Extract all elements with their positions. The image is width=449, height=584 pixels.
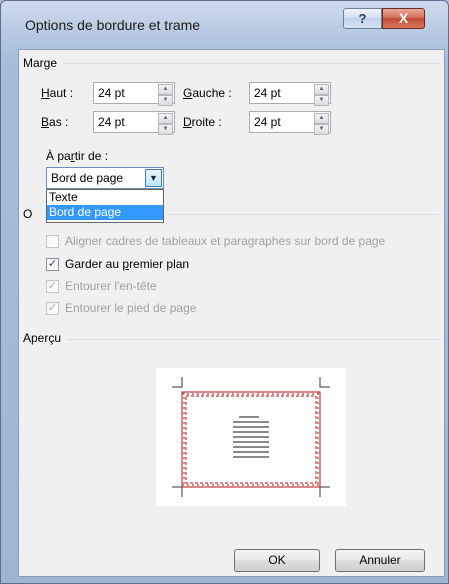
cancel-button[interactable]: Annuler (335, 549, 425, 572)
dropdown-option-bord-de-page[interactable]: Bord de page (47, 205, 163, 220)
left-margin-value: 24 pt (254, 86, 281, 100)
left-margin-arrows[interactable]: ▲ ▼ (314, 84, 329, 106)
spin-down-icon[interactable]: ▼ (158, 95, 173, 106)
align-tables-checkbox[interactable]: Aligner cadres de tableaux et paragraphe… (46, 234, 385, 248)
options-group-divider (166, 214, 439, 215)
left-margin-spinner[interactable]: 24 pt ▲ ▼ (249, 82, 331, 106)
right-margin-arrows[interactable]: ▲ ▼ (314, 113, 329, 135)
bottom-margin-label: Bas : (41, 115, 69, 129)
checkmark-icon: ✓ (46, 257, 59, 271)
spin-down-icon[interactable]: ▼ (314, 95, 329, 106)
right-margin-value: 24 pt (254, 115, 281, 129)
top-margin-label: Haut : (41, 86, 74, 100)
chevron-down-icon[interactable]: ▼ (145, 169, 162, 187)
preview-page (156, 368, 346, 506)
spin-down-icon[interactable]: ▼ (158, 124, 173, 135)
left-margin-label: Gauche : (183, 86, 232, 100)
surround-footer-checkbox[interactable]: ✓ Entourer le pied de page (46, 301, 196, 315)
align-tables-label: Aligner cadres de tableaux et paragraphe… (65, 234, 386, 248)
checkmark-icon: ✓ (46, 301, 59, 315)
surround-footer-label: Entourer le pied de page (65, 301, 197, 315)
right-margin-spinner[interactable]: 24 pt ▲ ▼ (249, 111, 331, 135)
checkmark-icon: ✓ (46, 279, 59, 293)
checkbox-empty-icon (46, 234, 59, 248)
dialog-title: Options de bordure et trame (25, 17, 201, 33)
preview-group-divider (67, 339, 439, 340)
spin-up-icon[interactable]: ▲ (314, 113, 329, 124)
preview-group-label: Aperçu (23, 331, 62, 345)
surround-header-checkbox[interactable]: ✓ Entourer l'en-tête (46, 279, 157, 293)
always-in-front-label: Garder au premier plan (65, 257, 190, 271)
always-in-front-checkbox[interactable]: ✓ Garder au premier plan (46, 257, 189, 271)
title-bar: Options de bordure et trame ? X (1, 1, 449, 51)
margin-group-label: Marge (23, 56, 58, 70)
spin-up-icon[interactable]: ▲ (158, 113, 173, 124)
spin-up-icon[interactable]: ▲ (158, 84, 173, 95)
spin-down-icon[interactable]: ▼ (314, 124, 329, 135)
surround-header-label: Entourer l'en-tête (65, 279, 157, 293)
spin-up-icon[interactable]: ▲ (314, 84, 329, 95)
margin-group-divider (63, 63, 439, 64)
bottom-margin-spinner[interactable]: 24 pt ▲ ▼ (93, 111, 175, 135)
help-button[interactable]: ? (343, 8, 382, 29)
options-group-label: O (23, 207, 33, 221)
dialog-body: Marge Haut : 24 pt ▲ ▼ Gauche : 24 pt ▲ ▼ … (18, 49, 445, 577)
measure-from-dropdown: Texte Bord de page (46, 189, 164, 223)
top-margin-arrows[interactable]: ▲ ▼ (158, 84, 173, 106)
close-button[interactable]: X (382, 8, 425, 29)
top-margin-value: 24 pt (98, 86, 125, 100)
measure-from-value: Bord de page (51, 171, 124, 185)
preview-border-diagram (172, 377, 330, 497)
bottom-margin-value: 24 pt (98, 115, 125, 129)
measure-from-select[interactable]: Bord de page ▼ (46, 167, 164, 189)
ok-button[interactable]: OK (234, 549, 320, 572)
bottom-margin-arrows[interactable]: ▲ ▼ (158, 113, 173, 135)
dropdown-option-texte[interactable]: Texte (47, 190, 163, 205)
right-margin-label: Droite : (183, 115, 222, 129)
measure-from-label: À partir de : (46, 149, 109, 163)
dialog-window: Options de bordure et trame ? X Marge Ha… (0, 0, 449, 584)
top-margin-spinner[interactable]: 24 pt ▲ ▼ (93, 82, 175, 106)
